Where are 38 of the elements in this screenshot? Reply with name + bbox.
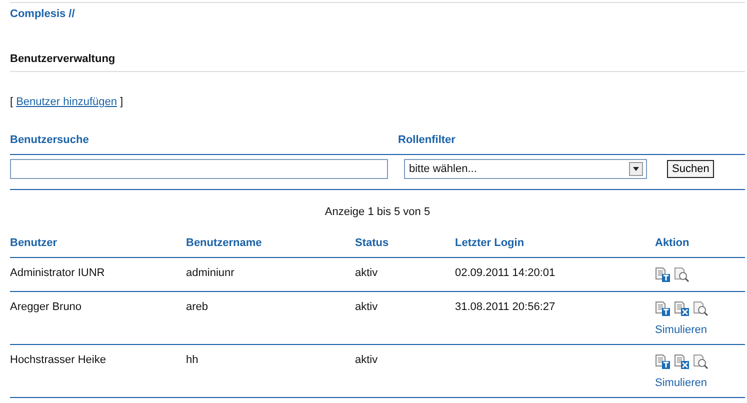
edit-icon[interactable] — [655, 267, 671, 283]
table-cell-text: Aregger Bruno — [10, 301, 83, 315]
table-cell-text: aktiv — [355, 354, 379, 368]
table-cell-text: Administrator IUNR — [10, 267, 106, 281]
magnifier-icon[interactable] — [693, 301, 709, 317]
search-button[interactable]: Suchen — [667, 160, 714, 178]
table-cell: 31.08.2011 20:56:27 — [455, 301, 556, 313]
bracket: ] — [120, 96, 124, 110]
column-header: Benutzer — [10, 237, 58, 249]
table-cell-text: hh — [186, 354, 200, 368]
page-title: Benutzerverwaltung — [10, 34, 745, 72]
magnifier-icon[interactable] — [693, 354, 709, 370]
table-cell-text: aktiv — [355, 301, 379, 315]
magnifier-icon[interactable] — [674, 267, 690, 283]
add-user-link[interactable]: Benutzer hinzufügen — [16, 96, 117, 112]
paging-info: Anzeige 1 bis 5 von 5 — [324, 205, 432, 220]
breadcrumb: Complesis // — [10, 2, 745, 34]
search-field[interactable] — [10, 159, 388, 179]
edit-icon[interactable] — [655, 354, 671, 370]
role-filter-label: Rollenfilter — [398, 134, 456, 146]
column-header: Letzter Login — [455, 237, 526, 249]
table-cell-text: Hochstrasser Heike — [10, 354, 107, 368]
column-header: Benutzername — [186, 237, 263, 249]
delete-icon[interactable] — [674, 354, 690, 370]
table-cell: 02.09.2011 14:20:01 — [455, 267, 556, 279]
bracket: [ — [10, 96, 14, 110]
delete-icon[interactable] — [674, 301, 690, 317]
column-header: Status — [355, 237, 390, 249]
table-cell-text: areb — [186, 301, 210, 315]
caret-icon — [629, 162, 643, 176]
role-dropdown[interactable]: bitte wählen... — [404, 159, 647, 179]
edit-icon[interactable] — [655, 301, 671, 317]
column-header: Aktion — [655, 237, 690, 249]
table-cell-text: adminiunr — [186, 267, 236, 281]
simulate-link[interactable]: Simulieren — [655, 377, 707, 389]
table-cell-text: aktiv — [355, 267, 379, 281]
search-label: Benutzersuche — [10, 134, 90, 146]
simulate-link[interactable]: Simulieren — [655, 324, 707, 336]
